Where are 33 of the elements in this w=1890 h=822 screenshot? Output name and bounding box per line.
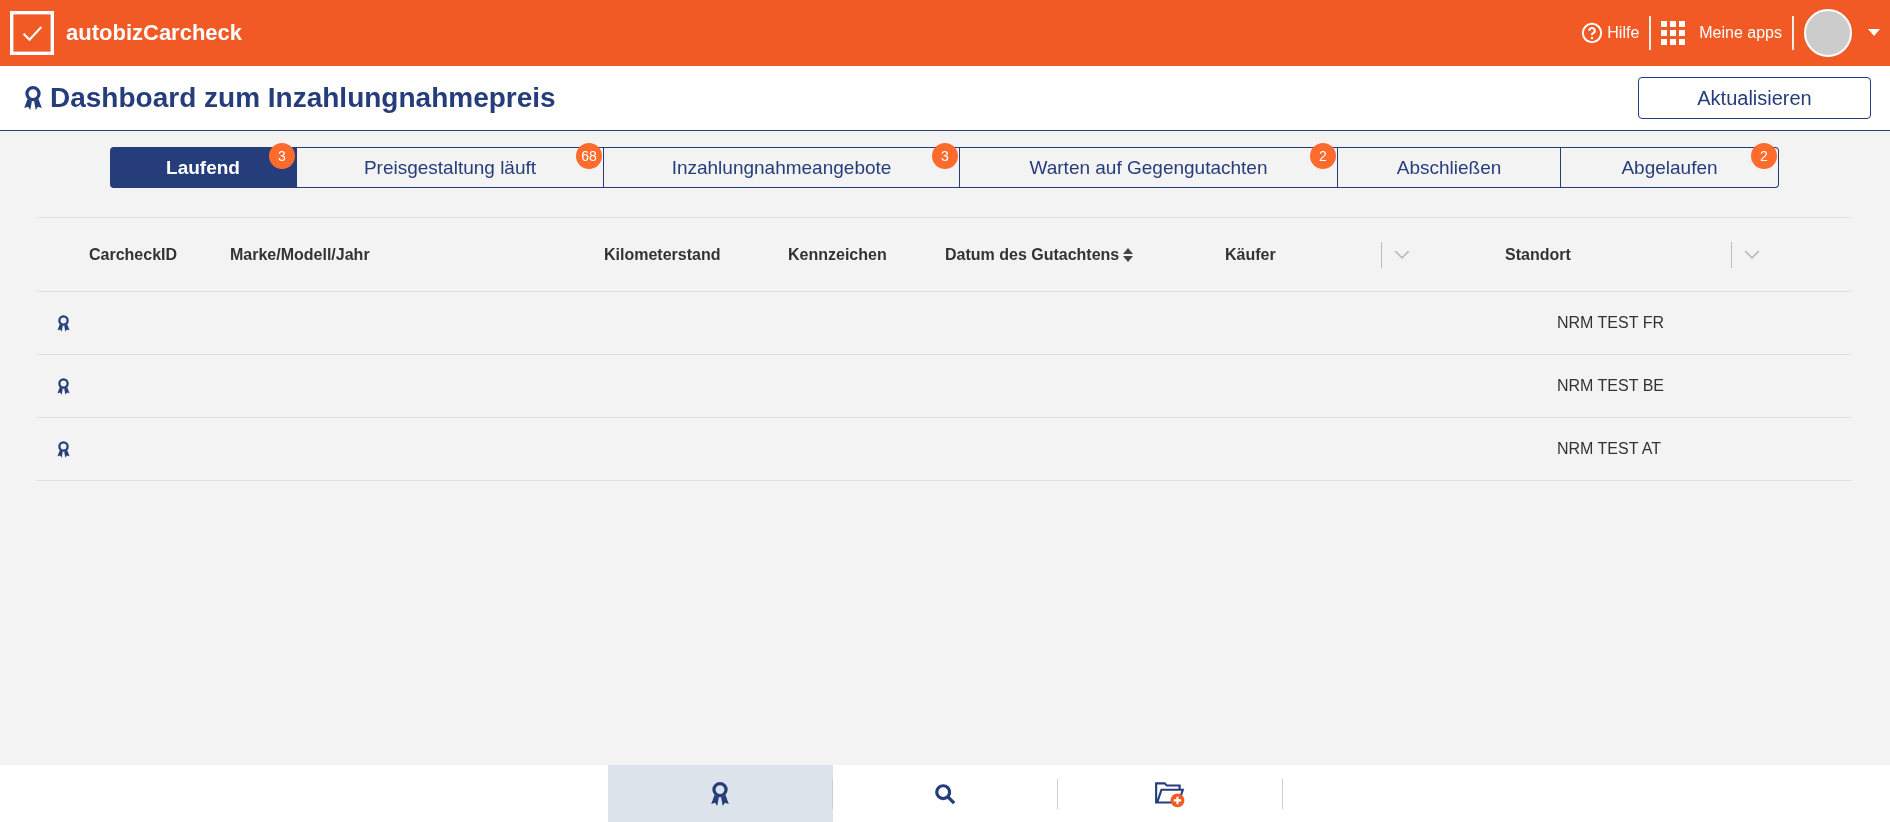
award-icon xyxy=(55,439,71,459)
caret-icon[interactable] xyxy=(1868,29,1880,37)
table-cell: NRM TEST FR xyxy=(1557,314,1664,332)
count-badge: 3 xyxy=(269,143,295,169)
app-name: autobizCarcheck xyxy=(66,20,243,46)
chevron-down-icon[interactable] xyxy=(1744,250,1760,259)
help-icon xyxy=(1581,22,1604,44)
column-header: Marke/Modell/Jahr xyxy=(230,245,370,264)
count-badge: 2 xyxy=(1310,143,1336,169)
grid-icon xyxy=(1661,21,1686,45)
count-badge: 68 xyxy=(576,143,602,169)
column-header: Standort xyxy=(1505,245,1571,264)
column-header: Kennzeichen xyxy=(788,245,887,264)
column-header: Käufer xyxy=(1225,245,1276,264)
chevron-down-icon[interactable] xyxy=(1394,250,1410,259)
count-badge: 3 xyxy=(932,143,958,169)
table-cell: NRM TEST AT xyxy=(1557,440,1661,458)
checkmark-logo-icon xyxy=(10,11,54,55)
award-icon xyxy=(22,84,44,112)
count-badge: 2 xyxy=(1751,143,1777,169)
tab[interactable]: Abschließen xyxy=(1338,147,1561,188)
column-header: CarcheckID xyxy=(89,245,178,264)
column-header[interactable]: Datum des Gutachtens xyxy=(945,245,1120,264)
award-icon xyxy=(55,313,71,333)
column-header: Kilometerstand xyxy=(604,245,721,264)
page-title: Dashboard zum Inzahlungnahmepreis xyxy=(50,82,556,114)
sort-icon[interactable] xyxy=(1123,247,1134,262)
folder-plus-icon xyxy=(1154,779,1186,808)
refresh-button[interactable]: Aktualisieren xyxy=(1638,77,1871,119)
avatar[interactable] xyxy=(1804,9,1852,57)
award-icon xyxy=(55,376,71,396)
award-icon xyxy=(709,779,731,808)
table-cell: NRM TEST BE xyxy=(1557,377,1664,395)
